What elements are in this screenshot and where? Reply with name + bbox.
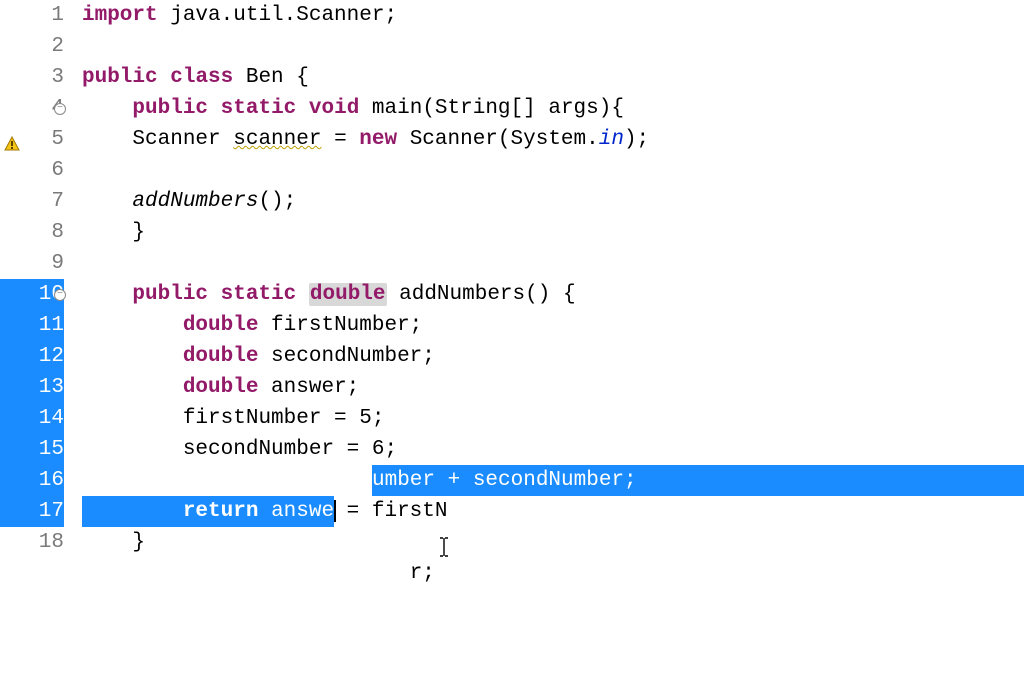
fold-toggle-icon[interactable]: − [54, 289, 66, 301]
code-line[interactable]: return answe return answer; [78, 496, 1024, 527]
text-cursor [334, 500, 336, 522]
code-line[interactable]: double answer; [78, 372, 1024, 403]
line-number: 2 [0, 31, 64, 62]
line-number: 1 [0, 0, 64, 31]
code-line[interactable]: public class Ben { [78, 62, 1024, 93]
warning-icon[interactable] [4, 132, 20, 148]
line-number: 17 [0, 496, 64, 527]
line-number: 3 [0, 62, 64, 93]
line-number: 6 [0, 155, 64, 186]
code-line[interactable]: firstNumber = 5; [78, 403, 1024, 434]
ibeam-cursor-icon [338, 506, 348, 526]
code-line[interactable]: double secondNumber; [78, 341, 1024, 372]
line-number: 8 [0, 217, 64, 248]
line-number: 12 [0, 341, 64, 372]
line-number: 16 [0, 465, 64, 496]
code-editor[interactable]: 1 2 3 4− 5 6 7 8 9 10− 11 12 13 14 15 16… [0, 0, 1024, 576]
code-line[interactable]: Scanner scanner = new Scanner(System.in)… [78, 124, 1024, 155]
code-line[interactable]: secondNumber = 6; [78, 434, 1024, 465]
line-number: 18 [0, 527, 64, 558]
code-line[interactable]: public static double addNumbers() { [78, 279, 1024, 310]
line-number: 15 [0, 434, 64, 465]
line-number: 10− [0, 279, 64, 310]
code-line[interactable]: } [78, 217, 1024, 248]
code-line[interactable]: answer = firstN umber + secondNumber; [78, 465, 1024, 496]
code-line[interactable] [78, 31, 1024, 62]
fold-toggle-icon[interactable]: − [54, 103, 66, 115]
code-line[interactable] [78, 248, 1024, 279]
line-number: 11 [0, 310, 64, 341]
line-number: 7 [0, 186, 64, 217]
code-line[interactable]: import java.util.Scanner; [78, 0, 1024, 31]
text-selection: return answe [82, 496, 334, 527]
code-line[interactable]: } [78, 527, 1024, 558]
line-number-gutter: 1 2 3 4− 5 6 7 8 9 10− 11 12 13 14 15 16… [0, 0, 78, 576]
line-number: 14 [0, 403, 64, 434]
line-number: 5 [0, 124, 64, 155]
code-line[interactable]: double firstNumber; [78, 310, 1024, 341]
line-number: 4− [0, 93, 64, 124]
code-line[interactable]: addNumbers(); [78, 186, 1024, 217]
text-selection: umber + secondNumber; [372, 465, 1024, 496]
code-area[interactable]: import java.util.Scanner; public class B… [78, 0, 1024, 576]
line-number: 9 [0, 248, 64, 279]
line-number: 13 [0, 372, 64, 403]
code-line[interactable]: public static void main(String[] args){ [78, 93, 1024, 124]
code-line[interactable] [78, 155, 1024, 186]
